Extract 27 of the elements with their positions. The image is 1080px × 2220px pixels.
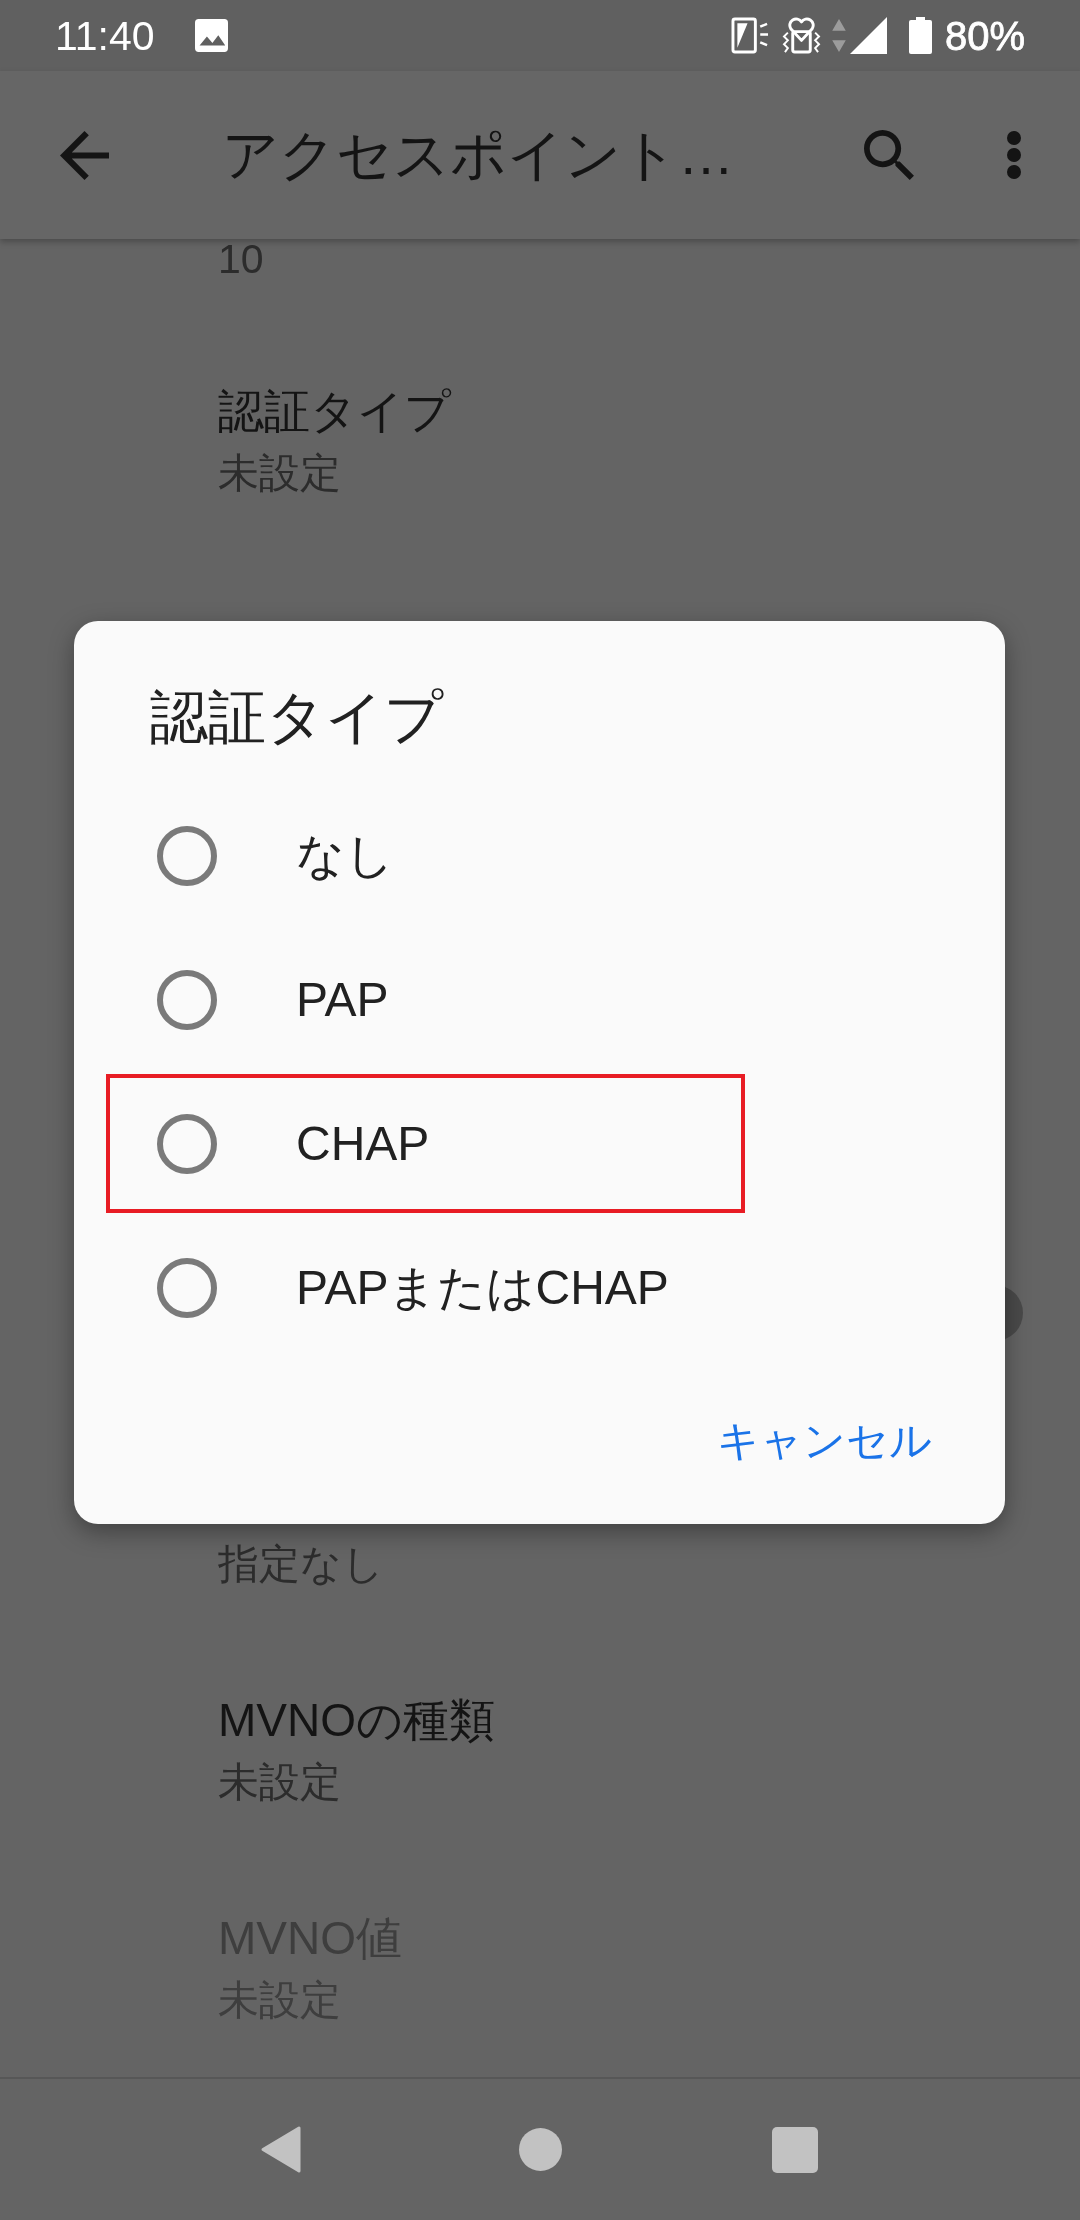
search-icon[interactable] bbox=[864, 130, 914, 180]
phone-with-rays-icon bbox=[730, 17, 770, 54]
setting-summary: 10 bbox=[218, 239, 264, 279]
setting-summary: 未設定 bbox=[218, 1758, 341, 1806]
setting-title: 認証タイプ bbox=[218, 384, 451, 439]
setting-title: MVNOの種類 bbox=[218, 1693, 495, 1748]
more-options-icon[interactable] bbox=[1007, 131, 1021, 179]
app-bar-title: アクセスポイント… bbox=[222, 122, 734, 188]
battery-icon bbox=[908, 17, 932, 54]
status-time: 11:40 bbox=[55, 11, 155, 60]
image-icon bbox=[194, 19, 228, 52]
radio-option[interactable]: CHAP bbox=[106, 1074, 745, 1213]
battery-percent: 80% bbox=[944, 12, 1025, 60]
dialog-title: 認証タイプ bbox=[150, 683, 443, 751]
dialog-button[interactable]: キャンセル bbox=[689, 1392, 960, 1490]
signal-icon bbox=[849, 17, 887, 54]
recents-icon[interactable] bbox=[772, 2126, 818, 2173]
back-arrow-icon[interactable] bbox=[60, 130, 109, 180]
radio-option[interactable]: なし bbox=[106, 786, 745, 925]
setting-summary: 未設定 bbox=[218, 449, 341, 497]
phone-heart-icon bbox=[781, 17, 821, 54]
radio-option[interactable]: PAP bbox=[106, 930, 745, 1069]
radio-option[interactable]: PAPまたはCHAP bbox=[106, 1218, 745, 1357]
setting-summary: 指定なし bbox=[218, 1540, 384, 1588]
home-icon[interactable] bbox=[519, 2128, 562, 2171]
back-icon[interactable] bbox=[260, 2125, 302, 2174]
data-arrows-icon bbox=[831, 19, 846, 52]
